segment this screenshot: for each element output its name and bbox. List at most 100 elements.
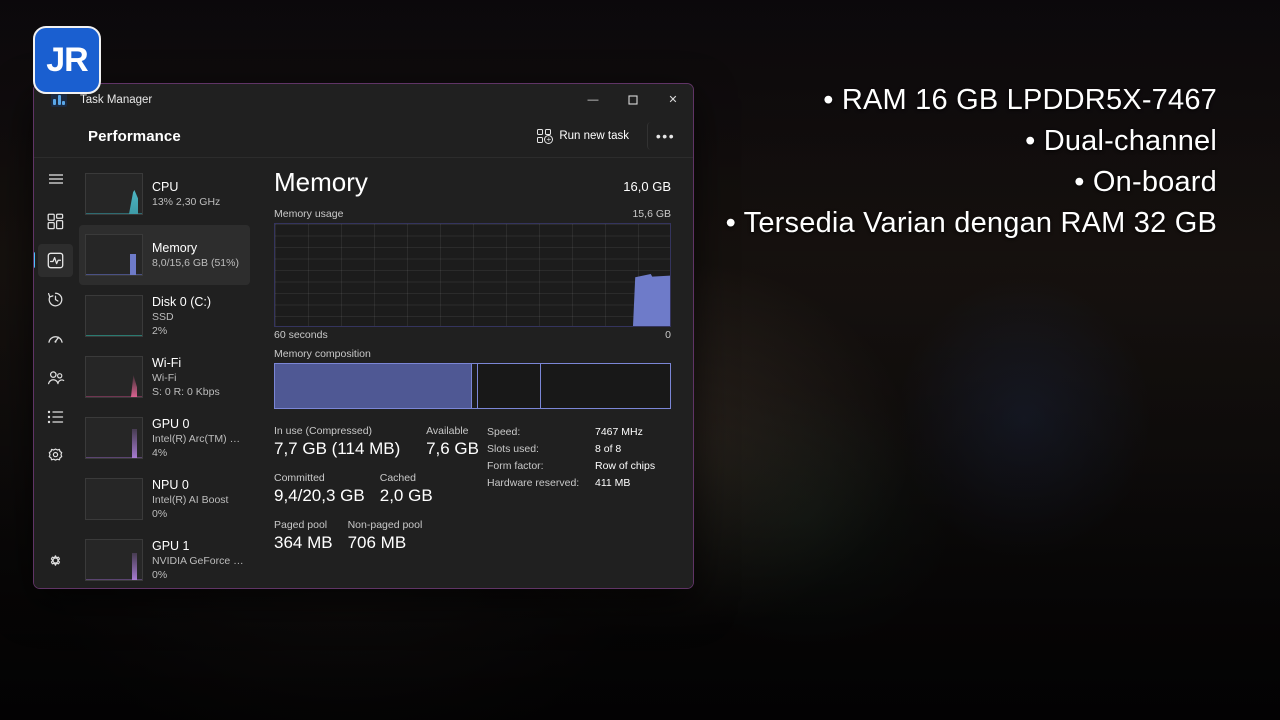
- stat-paged-pool: Paged pool 364 MB: [274, 518, 333, 554]
- perf-item-name: CPU: [152, 179, 179, 194]
- perf-item-sub2: 2%: [152, 324, 168, 337]
- stat-row-pools: Paged pool 364 MB Non-paged pool 706 MB: [274, 518, 479, 554]
- minimize-button[interactable]: —: [573, 84, 613, 115]
- run-new-task-label: Run new task: [559, 130, 629, 142]
- perf-item-cpu[interactable]: CPU 13% 2,30 GHz: [79, 164, 250, 224]
- task-manager-window: Task Manager — ✕ Performance + Run new t…: [33, 83, 694, 589]
- perf-item-disk0[interactable]: Disk 0 (C:) SSD 2%: [79, 286, 250, 346]
- perf-item-sub1: 13% 2,30 GHz: [152, 195, 221, 208]
- spec-bullet-1: • RAM 16 GB LPDDR5X-7467: [823, 84, 1217, 116]
- gpu0-thumbnail-graph: [85, 417, 143, 459]
- users-icon: [47, 370, 64, 384]
- memory-composition-bar[interactable]: [274, 363, 671, 409]
- spec-row-form-factor: Form factor: Row of chips: [487, 458, 671, 475]
- memory-specs: Speed: 7467 MHz Slots used: 8 of 8 Form …: [479, 424, 671, 565]
- perf-item-sub2: S: 0 R: 0 Kbps: [152, 385, 220, 398]
- perf-item-wifi[interactable]: Wi-Fi Wi-Fi S: 0 R: 0 Kbps: [79, 347, 250, 407]
- memory-detail-panel: Memory 16,0 GB Memory usage 15,6 GB 60 s…: [252, 158, 693, 588]
- perf-item-meta: GPU 1 NVIDIA GeForce RTX ... 0%: [152, 539, 250, 582]
- history-clock-icon: [47, 292, 63, 307]
- spec-bullet-3: • On-board: [1074, 166, 1217, 198]
- perf-item-name: Disk 0 (C:): [152, 294, 212, 309]
- perf-item-gpu0[interactable]: GPU 0 Intel(R) Arc(TM) Graph... 4%: [79, 408, 250, 468]
- perf-item-meta: CPU 13% 2,30 GHz: [152, 180, 250, 209]
- stat-in-use-value: 7,7 GB (114 MB): [274, 439, 401, 458]
- composition-segment-in-use: [275, 364, 472, 408]
- run-new-task-button[interactable]: + Run new task: [527, 124, 639, 148]
- sidebar-item-details[interactable]: [38, 400, 73, 433]
- perf-item-name: GPU 0: [152, 416, 190, 431]
- performance-pulse-icon: [47, 252, 64, 269]
- sidebar-item-startup-apps[interactable]: [38, 322, 73, 355]
- detail-header: Memory 16,0 GB: [274, 166, 671, 198]
- memory-stats: In use (Compressed) 7,7 GB (114 MB) Avai…: [274, 424, 671, 565]
- jr-watermark-logo: JR: [33, 26, 101, 94]
- usage-graph-label: Memory usage: [274, 208, 344, 220]
- window-title: Task Manager: [80, 93, 153, 106]
- perf-item-name: Memory: [152, 240, 198, 255]
- stat-in-use-label: In use (Compressed): [274, 425, 373, 437]
- disk-thumbnail-graph: [85, 295, 143, 337]
- sidebar-item-processes[interactable]: [38, 205, 73, 238]
- spec-value: Row of chips: [595, 460, 656, 472]
- gpu1-thumbnail-graph: [85, 539, 143, 581]
- sidebar-item-performance[interactable]: [34, 244, 73, 277]
- perf-item-memory[interactable]: Memory 8,0/15,6 GB (51%): [79, 225, 250, 285]
- wifi-thumbnail-graph: [85, 356, 143, 398]
- spec-row-slots-used: Slots used: 8 of 8: [487, 441, 671, 458]
- axis-label-right: 0: [665, 329, 671, 341]
- usage-graph-axis: 60 seconds 0: [274, 329, 671, 341]
- perf-item-name: GPU 1: [152, 538, 190, 553]
- memory-usage-graph: [274, 223, 671, 327]
- memory-thumbnail-graph: [85, 234, 143, 276]
- stat-committed: Committed 9,4/20,3 GB: [274, 471, 365, 507]
- sidebar-item-users[interactable]: [38, 361, 73, 394]
- detail-title: Memory: [274, 167, 368, 197]
- stat-available: Available 7,6 GB: [418, 424, 479, 460]
- perf-item-name: Wi-Fi: [152, 355, 182, 370]
- perf-item-meta: NPU 0 Intel(R) AI Boost 0%: [152, 478, 250, 521]
- task-manager-chart-icon: [51, 92, 67, 107]
- perf-item-sub1: NVIDIA GeForce RTX ...: [152, 554, 246, 567]
- perf-item-meta: Wi-Fi Wi-Fi S: 0 R: 0 Kbps: [152, 356, 250, 399]
- sidebar-item-app-history[interactable]: [38, 283, 73, 316]
- stat-cached-value: 2,0 GB: [379, 486, 433, 505]
- perf-item-sub2: 0%: [152, 568, 168, 581]
- perf-item-npu0[interactable]: NPU 0 Intel(R) AI Boost 0%: [79, 469, 250, 529]
- spec-key: Speed:: [487, 426, 521, 438]
- spec-key: Slots used:: [487, 443, 539, 455]
- sidebar-item-services[interactable]: [38, 439, 73, 472]
- perf-item-sub2: 4%: [152, 446, 168, 459]
- stat-committed-label: Committed: [274, 472, 325, 484]
- add-task-icon: +: [537, 129, 554, 144]
- stat-committed-value: 9,4/20,3 GB: [274, 486, 365, 505]
- settings-gear-icon: [50, 555, 61, 566]
- spec-value: 7467 MHz: [595, 426, 643, 438]
- perf-item-gpu1[interactable]: GPU 1 NVIDIA GeForce RTX ... 0%: [79, 530, 250, 588]
- spec-bullet-4: • Tersedia Varian dengan RAM 32 GB: [725, 207, 1217, 239]
- page-title: Performance: [88, 127, 181, 145]
- perf-item-meta: GPU 0 Intel(R) Arc(TM) Graph... 4%: [152, 417, 250, 460]
- maximize-icon: [628, 94, 638, 105]
- stat-nonpaged-pool-value: 706 MB: [347, 533, 407, 552]
- jr-logo-text: JR: [46, 40, 88, 79]
- maximize-button[interactable]: [613, 84, 653, 115]
- stat-nonpaged-pool: Non-paged pool 706 MB: [348, 518, 423, 554]
- sidebar-item-settings[interactable]: [38, 544, 73, 577]
- stat-in-use: In use (Compressed) 7,7 GB (114 MB): [274, 424, 400, 460]
- perf-item-sub2: 0%: [152, 507, 168, 520]
- cpu-thumbnail-graph: [85, 173, 143, 215]
- stat-paged-pool-value: 364 MB: [274, 533, 333, 552]
- title-bar: Task Manager — ✕: [34, 84, 693, 115]
- perf-item-sub1: 8,0/15,6 GB (51%): [152, 256, 239, 269]
- speedometer-icon: [48, 336, 63, 343]
- spec-row-hardware-reserved: Hardware reserved: 411 MB: [487, 475, 671, 492]
- sidebar-item-hamburger[interactable]: [38, 162, 73, 195]
- spec-value: 411 MB: [595, 477, 631, 489]
- hamburger-icon: [48, 173, 63, 184]
- memory-composition-label: Memory composition: [274, 348, 371, 360]
- perf-item-name: NPU 0: [152, 477, 189, 492]
- perf-item-sub1: Intel(R) AI Boost: [152, 493, 229, 506]
- perf-item-sub1: Wi-Fi: [152, 371, 177, 384]
- stat-nonpaged-pool-label: Non-paged pool: [347, 519, 423, 531]
